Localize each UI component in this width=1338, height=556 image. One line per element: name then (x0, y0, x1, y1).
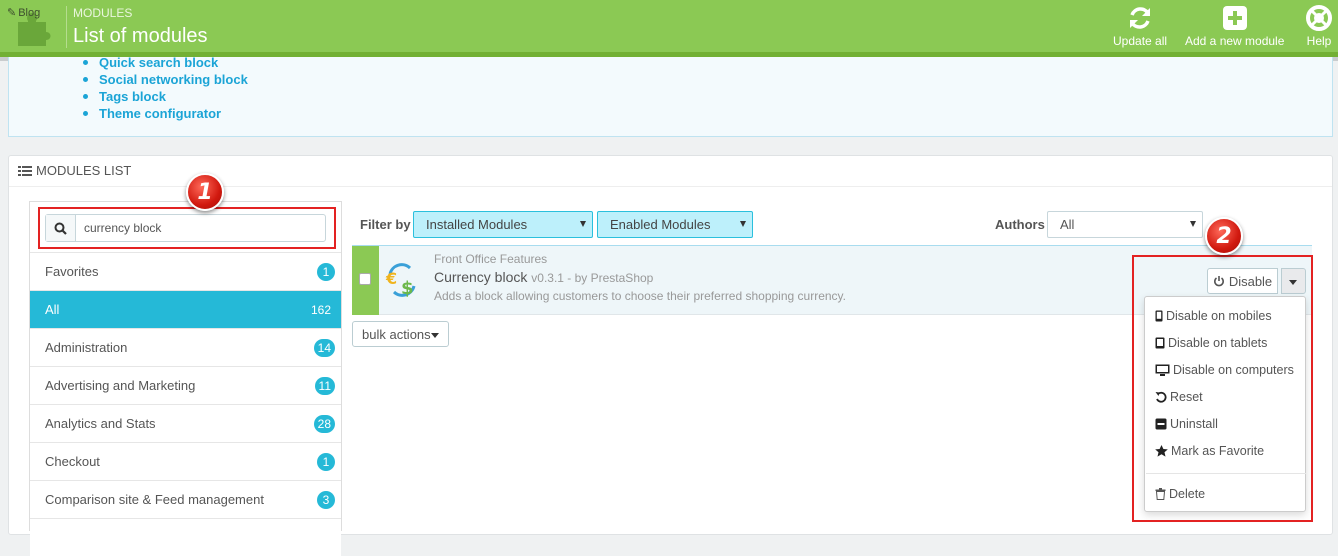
caret-down-icon (1190, 221, 1196, 227)
caret-down-icon (580, 221, 586, 227)
update-all-label: Update all (1113, 34, 1168, 48)
category-count-badge: 162 (310, 302, 331, 317)
page-header: ✎ Blog MODULES List of modules Update al… (0, 0, 1338, 52)
module-name: Currency block (434, 269, 528, 285)
list-icon (18, 165, 32, 176)
bulk-actions-button[interactable]: bulk actions (352, 321, 449, 347)
category-label: Checkout (45, 454, 100, 469)
update-all-button[interactable]: Update all (1113, 4, 1167, 48)
annotation-highlight-search (38, 207, 336, 249)
authors-value: All (1060, 217, 1075, 232)
installed-filter-value: Installed Modules (426, 217, 528, 232)
svg-text:$: $ (401, 278, 414, 299)
caret-down-icon (740, 221, 746, 227)
annotation-highlight-actions (1132, 255, 1313, 522)
suggested-module-link[interactable]: Theme configurator (83, 106, 248, 123)
panel-heading-label: MODULES LIST (36, 163, 132, 178)
refresh-icon (1130, 7, 1151, 29)
category-count-badge: 14 (313, 338, 335, 357)
bulk-actions-label: bulk actions (362, 326, 431, 342)
suggested-modules-panel: Quick search block Social networking blo… (8, 55, 1333, 137)
breadcrumb[interactable]: MODULES (73, 6, 132, 20)
category-count-badge: 1 (317, 452, 335, 471)
suggested-module-link[interactable]: Social networking block (83, 72, 248, 89)
plus-square-icon (1222, 6, 1247, 30)
category-administration[interactable]: Administration 14 (30, 328, 341, 366)
suggested-module-link[interactable]: Tags block (83, 89, 248, 106)
blog-link[interactable]: ✎ Blog (7, 6, 41, 20)
currency-exchange-icon: € $ (385, 263, 416, 299)
suggested-modules-list: Quick search block Social networking blo… (83, 55, 248, 123)
blog-link-label: Blog (18, 6, 41, 19)
category-count-badge: 28 (313, 414, 335, 433)
module-title: Currency block v0.3.1 - by PrestaShop (434, 269, 653, 285)
header-divider (66, 6, 67, 48)
annotation-marker-2: 2 (1205, 217, 1243, 255)
caret-down-icon (431, 333, 439, 338)
lifebuoy-icon (1306, 5, 1332, 31)
authors-label: Authors (995, 217, 1045, 232)
annotation-marker-1: 1 (186, 173, 224, 211)
category-advertising[interactable]: Advertising and Marketing 11 (30, 366, 341, 404)
panel-heading: MODULES LIST (18, 163, 131, 178)
enabled-filter-value: Enabled Modules (610, 217, 711, 232)
suggested-module-link[interactable]: Quick search block (83, 55, 248, 72)
help-button[interactable]: Help (1304, 4, 1334, 48)
module-category: Front Office Features (434, 252, 548, 266)
help-label: Help (1306, 34, 1332, 48)
module-checkbox[interactable] (359, 273, 371, 285)
add-module-button[interactable]: Add a new module (1185, 4, 1284, 48)
category-label: Advertising and Marketing (45, 378, 196, 393)
pencil-icon: ✎ (7, 7, 17, 19)
enabled-filter-select[interactable]: Enabled Modules (597, 211, 753, 238)
category-label: Analytics and Stats (45, 416, 156, 431)
add-module-label: Add a new module (1185, 34, 1285, 48)
category-label: Comparison site & Feed management (45, 492, 264, 507)
svg-text:€: € (385, 269, 397, 288)
installed-filter-select[interactable]: Installed Modules (413, 211, 593, 238)
category-label: All (45, 302, 60, 317)
category-label: Administration (45, 340, 128, 355)
module-description: Adds a block allowing customers to choos… (434, 289, 846, 303)
authors-select[interactable]: All (1047, 211, 1203, 238)
category-item[interactable] (30, 518, 341, 556)
category-checkout[interactable]: Checkout 1 (30, 442, 341, 480)
page-title: List of modules (73, 25, 208, 47)
category-count-badge: 3 (317, 490, 335, 509)
category-comparison[interactable]: Comparison site & Feed management 3 (30, 480, 341, 518)
category-all[interactable]: All 162 (30, 290, 341, 328)
category-analytics[interactable]: Analytics and Stats 28 (30, 404, 341, 442)
filter-by-label: Filter by (360, 217, 411, 232)
category-favorites[interactable]: Favorites 1 (30, 252, 341, 290)
category-count-badge: 11 (314, 376, 335, 395)
module-version: v0.3.1 - by PrestaShop (531, 271, 654, 285)
category-count-badge: 1 (317, 262, 335, 281)
category-label: Favorites (45, 264, 99, 279)
